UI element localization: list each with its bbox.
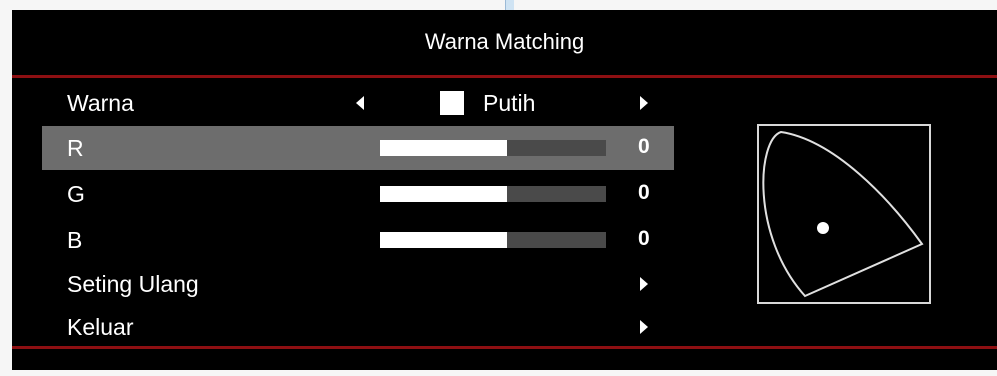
white-point-dot (817, 222, 829, 234)
g-label: G (67, 181, 85, 207)
top-divider (12, 75, 997, 78)
b-slider-fill (380, 232, 507, 248)
window-bottom-edge (0, 370, 997, 376)
gamut-outline (762, 130, 924, 298)
r-value: 0 (638, 135, 650, 158)
gamut-diagram-svg (762, 130, 924, 298)
reset-label: Seting Ulang (67, 271, 199, 297)
b-value: 0 (638, 227, 650, 250)
g-slider-fill (380, 186, 507, 202)
warna-label: Warna (67, 90, 134, 116)
warna-value: Putih (483, 90, 536, 116)
color-swatch-icon (440, 91, 464, 115)
menu-row-exit[interactable]: Keluar (42, 305, 674, 349)
r-slider-fill (380, 140, 507, 156)
menu-row-r[interactable]: R 0 (42, 126, 674, 170)
r-label: R (67, 135, 84, 161)
left-arrow-icon[interactable] (356, 96, 364, 110)
window-top-marker (505, 0, 514, 10)
exit-label: Keluar (67, 314, 134, 340)
b-slider[interactable] (380, 232, 606, 248)
g-value: 0 (638, 181, 650, 204)
r-slider[interactable] (380, 140, 606, 156)
menu-row-reset[interactable]: Seting Ulang (42, 262, 674, 306)
osd-panel: Warna Matching Warna Putih R 0 G 0 B 0 S… (12, 10, 997, 370)
menu-row-b[interactable]: B 0 (42, 218, 674, 262)
right-arrow-icon[interactable] (640, 277, 648, 291)
color-gamut-icon (757, 124, 931, 304)
window-left-edge (0, 10, 12, 376)
bottom-divider (12, 346, 997, 349)
g-slider[interactable] (380, 186, 606, 202)
menu-title: Warna Matching (424, 29, 585, 54)
b-label: B (67, 227, 83, 253)
menu-row-g[interactable]: G 0 (42, 172, 674, 216)
right-arrow-icon[interactable] (640, 320, 648, 334)
right-arrow-icon[interactable] (640, 96, 648, 110)
menu-row-warna[interactable]: Warna Putih (42, 81, 674, 125)
